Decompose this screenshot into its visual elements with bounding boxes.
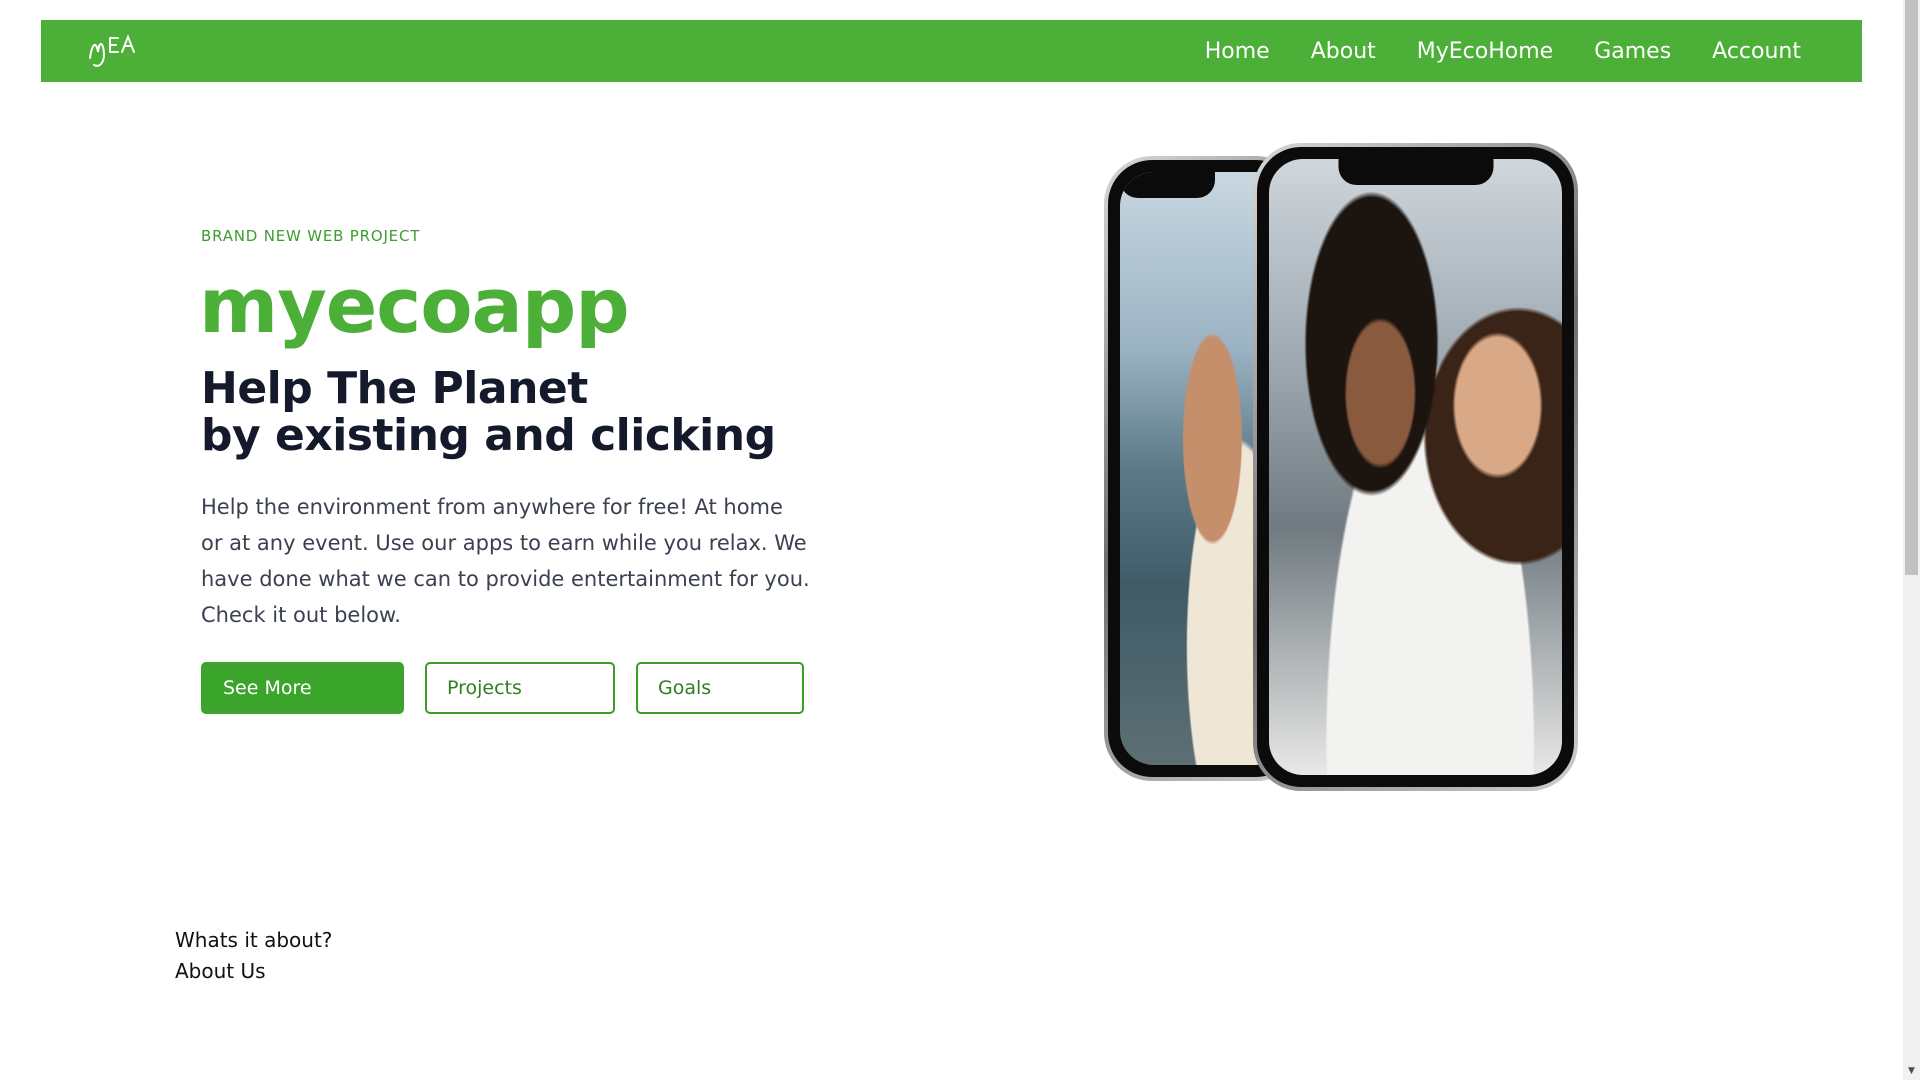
brand-title: myecoapp <box>199 261 630 350</box>
hero-description: Help the environment from anywhere for f… <box>201 495 810 627</box>
phone-front-screen-photo <box>1269 159 1562 775</box>
nav-links: Home About MyEcoHome Games Account <box>1164 20 1801 82</box>
nav-link-myecohome[interactable]: MyEcoHome <box>1417 39 1553 64</box>
hero-headline: Help The Planet by existing and clicking <box>201 365 776 459</box>
goals-button[interactable]: Goals <box>636 662 804 714</box>
hero-eyebrow: BRAND NEW WEB PROJECT <box>201 227 421 245</box>
nav-link-games[interactable]: Games <box>1594 39 1671 64</box>
headline-line-1: Help The Planet <box>201 363 588 414</box>
about-title: About Us <box>175 959 266 983</box>
phone-notch <box>1120 172 1215 198</box>
scroll-down-icon[interactable]: ▼ <box>1903 1063 1920 1080</box>
about-kicker: Whats it about? <box>175 928 333 952</box>
nav-link-home[interactable]: Home <box>1205 39 1270 64</box>
page: Home About MyEcoHome Games Account BRAND… <box>0 0 1920 1080</box>
nav-link-about[interactable]: About <box>1311 39 1376 64</box>
see-more-button[interactable]: See More <box>201 662 404 714</box>
scroll-thumb[interactable] <box>1905 0 1918 575</box>
phone-front <box>1253 143 1578 791</box>
vertical-scrollbar[interactable]: ▲ ▼ <box>1903 0 1920 1080</box>
phone-notch <box>1338 159 1493 185</box>
headline-line-2: by existing and clicking <box>201 410 776 461</box>
logo[interactable] <box>86 32 142 70</box>
hero-button-row: See More Projects Goals <box>201 662 804 714</box>
phones-mockup-image <box>1104 143 1578 793</box>
logo-icon <box>89 34 135 67</box>
nav-link-account[interactable]: Account <box>1712 39 1801 64</box>
projects-button[interactable]: Projects <box>425 662 615 714</box>
top-navbar: Home About MyEcoHome Games Account <box>41 20 1862 82</box>
